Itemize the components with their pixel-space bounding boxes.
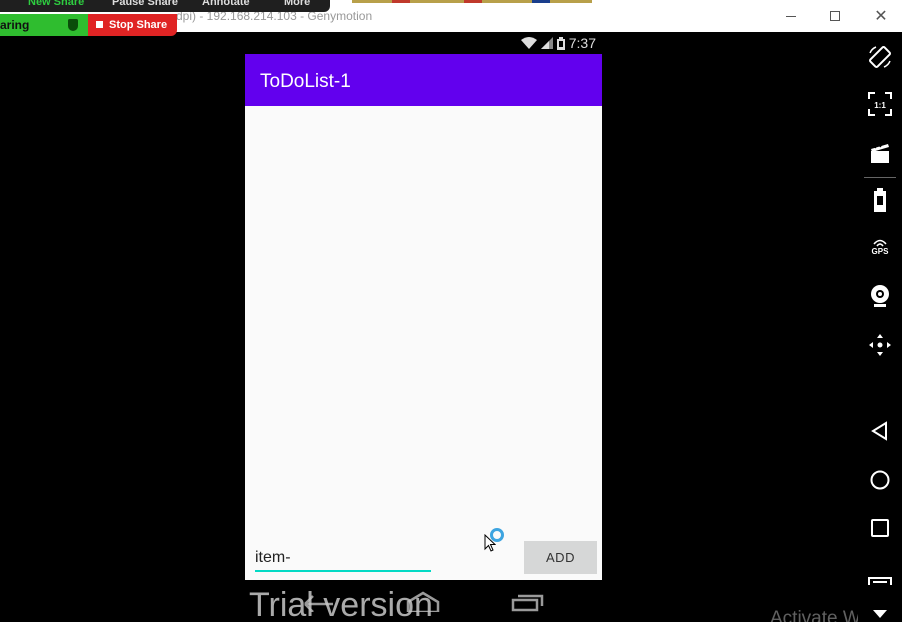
trial-version-watermark: Trial version bbox=[249, 586, 433, 622]
gps-icon[interactable]: GPS bbox=[858, 232, 902, 262]
zoom-share-toolbar: New Share Pause Share Annotate More bbox=[0, 0, 330, 12]
back-icon[interactable] bbox=[858, 416, 902, 446]
more-button[interactable]: More bbox=[284, 0, 310, 8]
pixel-perfect-icon[interactable]: 1:1 bbox=[858, 89, 902, 119]
scroll-down-icon[interactable] bbox=[858, 598, 902, 622]
recents-icon[interactable] bbox=[858, 513, 902, 543]
toolbar-divider bbox=[864, 177, 896, 178]
sharing-label: aring bbox=[0, 18, 30, 32]
item-input[interactable] bbox=[255, 542, 431, 570]
screen-capture-icon[interactable] bbox=[858, 138, 902, 168]
android-device-screen: 7:37 ToDoList-1 ADD bbox=[245, 32, 602, 622]
genymotion-toolbar: 1:1 GPS bbox=[858, 32, 902, 622]
dpad-icon[interactable] bbox=[858, 330, 902, 360]
mouse-cursor-icon bbox=[484, 534, 496, 552]
nav-recents-icon[interactable] bbox=[511, 590, 545, 612]
sharing-indicator: aring bbox=[0, 14, 88, 36]
pause-share-button[interactable]: Pause Share bbox=[112, 0, 178, 8]
status-time: 7:37 bbox=[568, 35, 596, 51]
annotate-button[interactable]: Annotate bbox=[202, 0, 250, 8]
app-title: ToDoList-1 bbox=[260, 71, 351, 92]
shield-icon bbox=[68, 19, 78, 31]
todo-list-area[interactable]: ADD bbox=[245, 106, 602, 580]
maximize-button[interactable] bbox=[820, 4, 850, 28]
stop-share-label: Stop Share bbox=[109, 19, 168, 31]
battery-icon bbox=[556, 36, 565, 50]
minimize-icon bbox=[786, 15, 796, 17]
item-input-field[interactable] bbox=[255, 542, 431, 572]
signal-icon bbox=[540, 37, 553, 49]
status-bar: 7:37 bbox=[245, 32, 602, 54]
menu-icon[interactable] bbox=[858, 562, 902, 592]
app-bar: ToDoList-1 bbox=[245, 54, 602, 106]
stop-share-button[interactable]: Stop Share bbox=[88, 14, 177, 36]
pixel-perfect-label: 1:1 bbox=[874, 101, 886, 110]
gps-label: GPS bbox=[871, 246, 889, 256]
new-share-button[interactable]: New Share bbox=[28, 0, 84, 8]
close-icon: ✕ bbox=[874, 8, 888, 25]
close-button[interactable]: ✕ bbox=[866, 4, 896, 28]
battery-widget-icon[interactable] bbox=[858, 185, 902, 215]
camera-icon[interactable] bbox=[858, 281, 902, 311]
background-color-strip bbox=[352, 0, 592, 3]
stop-icon bbox=[96, 21, 103, 28]
add-button[interactable]: ADD bbox=[524, 541, 597, 574]
maximize-icon bbox=[830, 11, 840, 21]
wifi-icon bbox=[520, 37, 537, 49]
screen: dpi) - 192.168.214.103 - Genymotion ✕ Ne… bbox=[0, 0, 902, 622]
minimize-button[interactable] bbox=[776, 4, 806, 28]
rotate-icon[interactable] bbox=[858, 42, 902, 72]
home-icon[interactable] bbox=[858, 465, 902, 495]
